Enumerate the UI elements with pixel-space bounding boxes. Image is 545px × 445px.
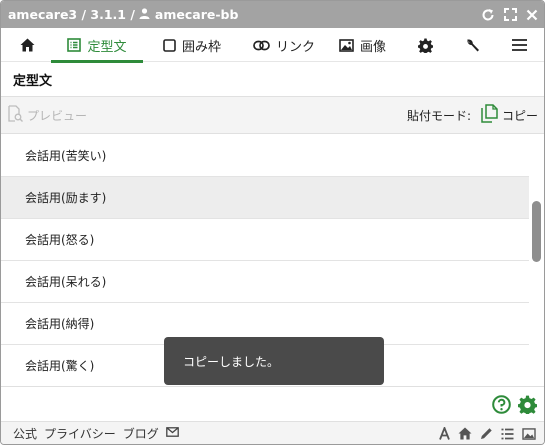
app-title: amecare3 / 3.1.1 / bbox=[8, 7, 135, 22]
list-icon[interactable] bbox=[501, 428, 514, 440]
tab-link[interactable]: リンク bbox=[253, 28, 315, 62]
footer-link-official[interactable]: 公式 bbox=[13, 425, 37, 442]
reload-icon[interactable] bbox=[481, 8, 495, 22]
tab-templates-label: 定型文 bbox=[87, 39, 127, 55]
home-icon bbox=[20, 38, 35, 52]
gear-icon bbox=[418, 37, 433, 53]
list-item-label: 会話用(呆れる) bbox=[25, 275, 107, 289]
paste-mode-label: 貼付モード: bbox=[406, 108, 471, 123]
title-bar: amecare3 / 3.1.1 / amecare-bb bbox=[1, 1, 544, 28]
template-toolbar: プレビュー 貼付モード: コピー bbox=[1, 96, 544, 134]
footer: 公式 プライバシー ブログ bbox=[1, 421, 544, 444]
close-icon[interactable] bbox=[526, 9, 538, 21]
toast-message: コピーしました。 bbox=[183, 354, 280, 369]
list-item-label: 会話用(驚く) bbox=[25, 359, 95, 373]
list-item-label: 会話用(苦笑い) bbox=[25, 149, 107, 163]
link-icon bbox=[253, 39, 270, 52]
user-name: amecare-bb bbox=[154, 7, 239, 22]
tab-frame-box[interactable]: 囲み枠 bbox=[163, 28, 221, 62]
font-icon[interactable] bbox=[439, 427, 450, 440]
user-icon bbox=[139, 7, 150, 22]
footer-link-privacy[interactable]: プライバシー bbox=[44, 425, 116, 442]
help-icon[interactable] bbox=[492, 395, 511, 418]
section-title: 定型文 bbox=[13, 73, 53, 89]
list-item-label: 会話用(納得) bbox=[25, 317, 95, 331]
home-icon[interactable] bbox=[458, 427, 472, 440]
copy-label: コピー bbox=[501, 108, 538, 123]
tab-link-label: リンク bbox=[276, 39, 316, 55]
tab-image[interactable]: 画像 bbox=[339, 28, 386, 62]
paste-mode: 貼付モード: コピー bbox=[407, 97, 538, 133]
image-icon bbox=[339, 38, 354, 52]
frame-box-icon bbox=[163, 38, 176, 52]
tab-bar: 定型文 囲み枠 リンク 画像 bbox=[1, 28, 544, 63]
template-list-icon bbox=[67, 38, 82, 52]
list-item[interactable]: 会話用(苦笑い) bbox=[1, 135, 529, 177]
preview-icon bbox=[8, 105, 23, 125]
tab-settings[interactable] bbox=[418, 28, 433, 62]
expand-icon[interactable] bbox=[504, 8, 517, 21]
tab-image-label: 画像 bbox=[360, 39, 387, 55]
toast-notification: コピーしました。 bbox=[164, 337, 384, 385]
copy-icon bbox=[481, 104, 499, 126]
mail-icon[interactable] bbox=[165, 426, 179, 440]
picture-icon[interactable] bbox=[522, 427, 536, 440]
scrollbar-thumb[interactable] bbox=[532, 201, 541, 262]
settings-gear-icon[interactable] bbox=[518, 395, 537, 418]
list-item-label: 会話用(励ます) bbox=[25, 191, 107, 205]
footer-link-blog[interactable]: ブログ bbox=[123, 425, 159, 442]
tab-tools[interactable] bbox=[465, 28, 480, 62]
list-item[interactable]: 会話用(呆れる) bbox=[1, 261, 529, 303]
wrench-icon bbox=[465, 38, 480, 53]
list-item-label: 会話用(怒る) bbox=[25, 233, 95, 247]
bottom-action-bar bbox=[1, 386, 544, 421]
tab-home[interactable] bbox=[20, 28, 35, 62]
hamburger-menu-icon bbox=[512, 39, 527, 51]
list-item[interactable]: 会話用(怒る) bbox=[1, 219, 529, 261]
preview-button[interactable]: プレビュー bbox=[8, 97, 87, 133]
list-item[interactable]: 会話用(励ます) bbox=[1, 177, 529, 219]
tab-templates[interactable]: 定型文 bbox=[51, 28, 143, 63]
tab-menu[interactable] bbox=[512, 28, 527, 62]
app-window: amecare3 / 3.1.1 / amecare-bb 定型文 囲み枠 リン… bbox=[0, 0, 545, 445]
tab-frame-box-label: 囲み枠 bbox=[182, 39, 222, 55]
pencil-icon[interactable] bbox=[480, 427, 493, 440]
preview-label: プレビュー bbox=[27, 108, 88, 123]
copy-mode-button[interactable]: コピー bbox=[481, 104, 538, 126]
